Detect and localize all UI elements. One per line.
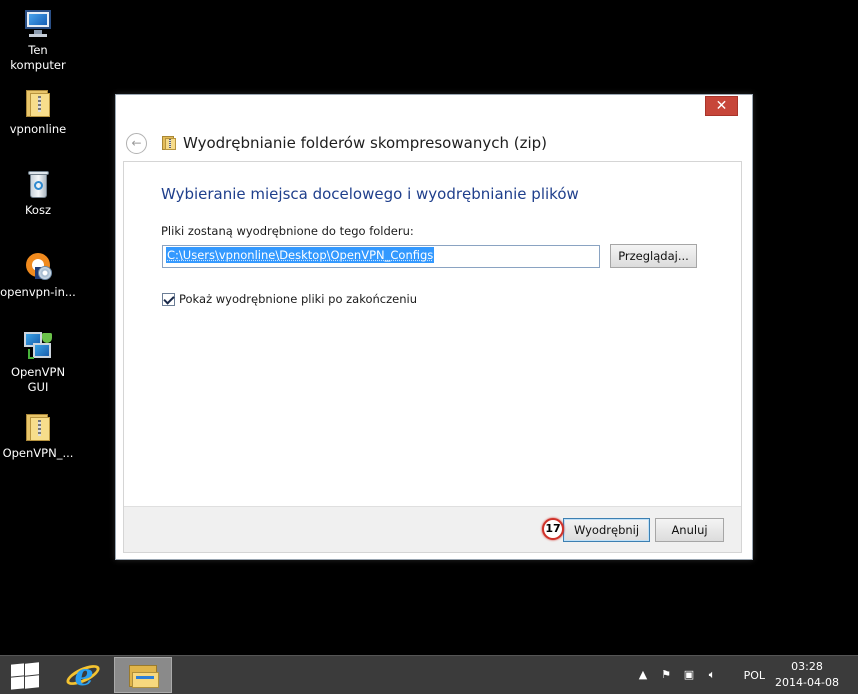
dialog-footer: 17 Wyodrębnij Anuluj [124, 506, 741, 552]
dialog-title: Wyodrębnianie folderów skompresowanych (… [183, 134, 547, 152]
desktop-icon-openvpn-installer[interactable]: openvpn-in... [0, 250, 76, 300]
system-tray: ▲ ⚑ ▣ 🔈︎ POL 03:28 2014-04-08 [628, 656, 858, 694]
desktop-icon-label: openvpn-in... [0, 285, 76, 299]
back-button[interactable]: ← [126, 132, 147, 154]
step-number-badge: 17 [542, 518, 564, 540]
internet-explorer-icon: e [74, 658, 94, 693]
show-files-checkbox[interactable] [162, 292, 175, 306]
show-hidden-icons-icon[interactable]: ▲ [636, 668, 650, 682]
taskbar-internet-explorer[interactable]: e [56, 657, 112, 693]
extract-button[interactable]: Wyodrębnij [563, 518, 650, 542]
desktop-icon-vpnonline[interactable]: vpnonline [0, 87, 76, 137]
recycle-bin-icon [22, 168, 54, 200]
desktop-icon-label: Kosz [24, 203, 52, 217]
desktop-icon-label: Ten komputer [10, 43, 66, 72]
zip-folder-icon [22, 87, 54, 119]
dialog-header: ← Wyodrębnianie folderów skompresowanych… [126, 131, 547, 155]
clock-time: 03:28 [791, 660, 823, 673]
taskbar-file-explorer[interactable] [114, 657, 172, 693]
clock[interactable]: 03:28 2014-04-08 [772, 659, 842, 691]
close-button[interactable]: ✕ [705, 96, 738, 116]
openvpn-installer-icon [22, 250, 54, 282]
computer-icon [22, 8, 54, 40]
volume-icon[interactable]: 🔈︎ [705, 668, 719, 682]
input-language-indicator[interactable]: POL [744, 669, 765, 682]
page-heading: Wybieranie miejsca docelowego i wyodrębn… [161, 185, 579, 203]
selected-path-text: C:\Users\vpnonline\Desktop\OpenVPN_Confi… [166, 247, 435, 263]
extract-zip-dialog: ✕ ← Wyodrębnianie folderów skompresowany… [115, 94, 753, 560]
desktop-icon-label: OpenVPN_... [2, 446, 74, 460]
destination-label: Pliki zostaną wyodrębnione do tego folde… [161, 224, 414, 238]
content-panel: Wybieranie miejsca docelowego i wyodrębn… [123, 161, 742, 553]
show-files-checkbox-label: Pokaż wyodrębnione pliki po zakończeniu [179, 292, 418, 306]
clock-date: 2014-04-08 [775, 676, 839, 689]
taskbar: e ▲ ⚑ ▣ 🔈︎ POL 03:28 2014-04-08 [0, 655, 858, 694]
back-arrow-icon: ← [131, 135, 142, 150]
file-explorer-icon [129, 665, 159, 688]
desktop-icon-openvpn-gui[interactable]: OpenVPN GUI [0, 330, 76, 395]
desktop-icon-openvpn-zip[interactable]: OpenVPN_... [0, 411, 76, 461]
zip-folder-icon [162, 135, 177, 151]
desktop-icon-recycle-bin[interactable]: Kosz [0, 168, 76, 218]
show-files-option[interactable]: Pokaż wyodrębnione pliki po zakończeniu [162, 292, 417, 306]
zip-folder-icon [22, 411, 54, 443]
title-bar[interactable]: ✕ [116, 95, 752, 125]
network-icon[interactable]: ▣ [682, 668, 696, 682]
desktop-icon-this-pc[interactable]: Ten komputer [0, 8, 76, 73]
cancel-button[interactable]: Anuluj [655, 518, 724, 542]
start-button[interactable] [10, 662, 40, 690]
desktop-icon-label: vpnonline [9, 122, 67, 136]
browse-button[interactable]: Przeglądaj... [610, 244, 697, 268]
openvpn-gui-icon [22, 330, 54, 362]
destination-path-input[interactable]: C:\Users\vpnonline\Desktop\OpenVPN_Confi… [162, 245, 600, 268]
desktop-icon-label: OpenVPN GUI [10, 365, 66, 394]
action-center-flag-icon[interactable]: ⚑ [659, 668, 673, 682]
